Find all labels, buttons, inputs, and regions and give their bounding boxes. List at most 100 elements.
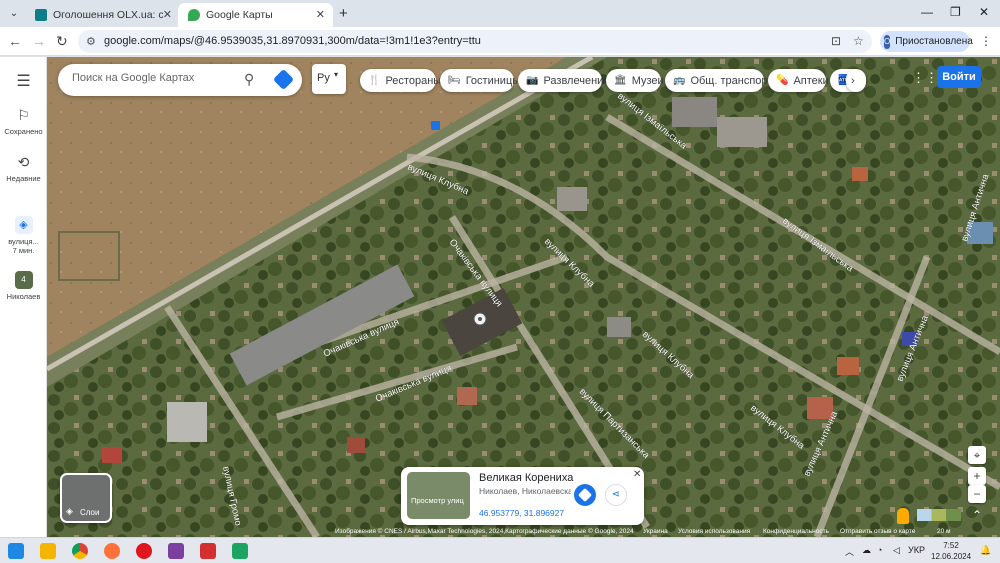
site-info-icon[interactable]: ⚙ [86, 35, 96, 48]
map-imagery[interactable]: вулиця Клубна Очаківська вулиця вулиця К… [47, 57, 1000, 537]
chrome-profile-icon[interactable] [232, 543, 248, 559]
start-icon[interactable] [8, 543, 24, 559]
bus-stop-icon[interactable] [431, 121, 440, 130]
camera-icon: 📷 [526, 75, 539, 86]
maximize-icon[interactable]: ❐ [950, 5, 961, 19]
app-icon[interactable] [200, 543, 216, 559]
profile-button[interactable]: О Приостановлена [880, 31, 973, 52]
chrome-icon[interactable] [72, 543, 88, 559]
tab-olx[interactable]: Оголошення OLX.ua: сервіс ог ✕ [25, 3, 180, 27]
keyboard-language[interactable]: УКР [908, 545, 925, 555]
close-window-icon[interactable]: ✕ [979, 5, 989, 19]
browser-menu-icon[interactable]: ⋮ [980, 34, 992, 48]
chip-museums[interactable]: 🏛 Музеи [606, 69, 664, 92]
place-diamond-icon: ◈ [14, 216, 33, 234]
zoom-in-button[interactable]: + [968, 467, 986, 485]
chip-hotels[interactable]: 🛏 Гостиницы [440, 69, 520, 92]
notification-bell-icon[interactable]: 🔔 [980, 545, 991, 556]
street-view-label: Просмотр улиц [411, 496, 464, 505]
layers-button[interactable]: ◈ Слои [60, 473, 112, 523]
saved-label: Сохранено [4, 127, 43, 136]
tab-title: Оголошення OLX.ua: сервіс ог [53, 9, 163, 21]
new-tab-button[interactable]: + [339, 5, 348, 22]
address-bar[interactable]: ⚙ google.com/maps/@46.9539035,31.8970931… [78, 30, 872, 53]
maps-side-rail: ☰ ⚐ Сохранено ⟲ Недавние ◈ вулиця... 7 м… [0, 57, 47, 537]
my-location-button[interactable]: ⌖ [968, 446, 986, 464]
chip-pharmacies[interactable]: 💊 Аптеки [768, 69, 829, 92]
feedback-link[interactable]: Отправить отзыв о карте [840, 528, 915, 535]
pharmacy-icon: 💊 [776, 75, 789, 86]
building [672, 97, 717, 127]
menu-button[interactable]: ☰ [0, 71, 47, 94]
imagery-credit: Изображения © CNES / Airbus,Maxar Techno… [335, 528, 634, 535]
recent-label: Недавние [6, 174, 41, 183]
forward-icon[interactable]: → [32, 33, 46, 49]
pegman-icon[interactable] [897, 508, 909, 524]
building [457, 387, 477, 405]
place-name[interactable]: Великая Корениха [479, 472, 573, 484]
search-box[interactable]: ⚲ [58, 64, 302, 96]
browser-tab-bar: ⌄ Оголошення OLX.ua: сервіс ог ✕ Google … [0, 0, 1000, 27]
layers-icon: ◈ [66, 506, 73, 516]
file-explorer-icon[interactable] [40, 543, 56, 559]
reload-icon[interactable]: ↻ [56, 33, 68, 50]
satellite-map[interactable]: вулиця Клубна Очаківська вулиця вулиця К… [47, 57, 1000, 537]
recent-button[interactable]: ⟲ Недавние [0, 154, 47, 183]
directions-button[interactable] [574, 484, 596, 506]
back-icon[interactable]: ← [8, 33, 22, 49]
cloud-icon[interactable]: ☁ [862, 545, 871, 556]
zoom-out-button[interactable]: − [968, 485, 986, 503]
chip-public-transport[interactable]: 🚌 Общ. транспорт [665, 69, 772, 92]
street-view-thumbnail[interactable]: Просмотр улиц [407, 472, 470, 519]
history-icon: ⟲ [17, 154, 30, 170]
utensils-icon: 🍴 [368, 75, 381, 86]
saved-button[interactable]: ⚐ Сохранено [0, 107, 47, 136]
minimize-icon[interactable]: — [921, 5, 933, 19]
language-label: Ру [317, 72, 330, 84]
sign-in-button[interactable]: Войти [937, 66, 981, 88]
scale-label[interactable]: 20 м [937, 528, 951, 535]
close-card-icon[interactable]: ✕ [633, 469, 641, 480]
firefox-icon[interactable] [104, 543, 120, 559]
install-app-icon[interactable]: ⊡ [831, 34, 841, 48]
country-link[interactable]: Украина [643, 528, 668, 535]
imagery-thumbnails[interactable] [917, 509, 961, 521]
clock-time: 7:52 [943, 541, 959, 550]
chip-label: Общ. транспорт [690, 74, 773, 87]
share-button[interactable]: ⋖ [605, 484, 627, 506]
close-tab-icon[interactable]: ✕ [316, 8, 325, 21]
tray-chevron-icon[interactable]: ︿ [845, 545, 854, 558]
place-coordinates[interactable]: 46.953779, 31.896927 [479, 508, 564, 518]
city-item-label: Николаев [6, 292, 41, 301]
chip-entertainment[interactable]: 📷 Развлечения [518, 69, 609, 92]
privacy-link[interactable]: Конфиденциальность [763, 528, 829, 535]
language-button[interactable]: Ру ▾ [312, 64, 346, 94]
close-tab-icon[interactable]: ✕ [163, 8, 172, 21]
wifi-icon[interactable]: ◔ [877, 545, 882, 555]
tab-search-button[interactable]: ⌄ [6, 6, 22, 22]
building [557, 187, 587, 211]
bookmark-star-icon[interactable]: ☆ [853, 34, 864, 48]
recent-place-street[interactable]: ◈ вулиця... 7 мин. [0, 216, 47, 255]
opera-icon[interactable] [136, 543, 152, 559]
volume-icon[interactable]: ◁ [893, 545, 900, 556]
maps-favicon-icon [188, 9, 200, 21]
tab-google-maps[interactable]: Google Карты ✕ [178, 3, 333, 27]
directions-icon[interactable] [272, 68, 295, 91]
layers-label: Слои [80, 508, 100, 517]
place-card[interactable]: Просмотр улиц Великая Корениха Николаев,… [401, 467, 644, 525]
clock[interactable]: 7:52 12.06.2024 [931, 540, 971, 562]
clock-date: 12.06.2024 [931, 552, 972, 561]
chip-restaurants[interactable]: 🍴 Рестораны [360, 69, 441, 92]
viber-icon[interactable] [168, 543, 184, 559]
search-icon[interactable]: ⚲ [244, 71, 254, 88]
url-text[interactable]: google.com/maps/@46.9539035,31.8970931,3… [104, 35, 481, 47]
search-input[interactable] [72, 72, 232, 84]
chevron-down-icon: ▾ [334, 70, 339, 79]
expand-imagery-button[interactable]: ⌃ [968, 506, 986, 524]
recent-place-city[interactable]: 4 Николаев [0, 271, 47, 301]
terms-link[interactable]: Условия использования [678, 528, 750, 535]
olx-favicon-icon [35, 9, 47, 21]
chips-next-button[interactable]: › [846, 69, 866, 92]
attribution-bar: Изображения © CNES / Airbus,Maxar Techno… [47, 528, 1000, 537]
